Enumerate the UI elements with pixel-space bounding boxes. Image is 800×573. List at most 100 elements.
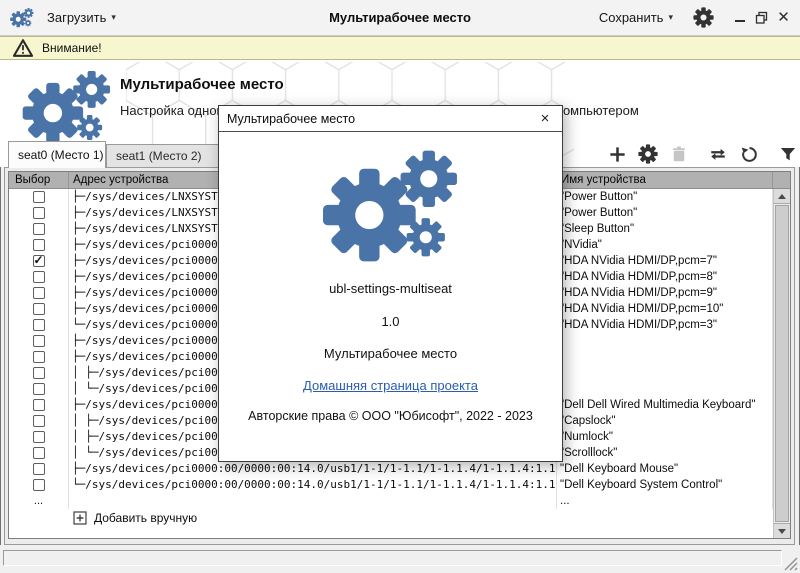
row-select-cell: [9, 285, 69, 301]
vertical-scrollbar[interactable]: [773, 189, 790, 538]
row-checkbox[interactable]: [33, 415, 45, 427]
row-checkbox[interactable]: [33, 303, 45, 315]
device-name-cell: "Numlock": [557, 429, 773, 445]
row-select-cell: [9, 445, 69, 461]
row-select-cell: [9, 477, 69, 493]
titlebar: Загрузить ▾ Мультирабочее место Сохранит…: [0, 0, 800, 36]
device-path-cell: [69, 493, 557, 509]
row-checkbox[interactable]: [33, 191, 45, 203]
device-name-cell: "Scrolllock": [557, 445, 773, 461]
row-checkbox[interactable]: [33, 479, 45, 491]
minimize-icon: [735, 20, 745, 22]
device-name-cell: "HDA NVidia HDMI/DP,pcm=10": [557, 301, 773, 317]
column-header-name[interactable]: Имя устройства: [557, 172, 773, 188]
device-name-cell: "HDA NVidia HDMI/DP,pcm=7": [557, 253, 773, 269]
app-window: Загрузить ▾ Мультирабочее место Сохранит…: [0, 0, 800, 573]
about-dialog: Мультирабочее место × ubl-settings-multi…: [218, 105, 563, 462]
add-device-button[interactable]: [604, 142, 630, 166]
device-toolbar: [604, 142, 800, 166]
tab-seat0[interactable]: seat0 (Место 1): [8, 141, 106, 168]
row-checkbox[interactable]: [33, 239, 45, 251]
row-checkbox[interactable]: [33, 447, 45, 459]
row-select-cell: [9, 253, 69, 269]
device-name-cell: "Power Button": [557, 189, 773, 205]
close-icon: ×: [541, 110, 550, 127]
add-manual-row[interactable]: Добавить вручную: [9, 509, 773, 527]
maximize-button[interactable]: [755, 11, 768, 24]
close-button[interactable]: ✕: [777, 11, 790, 24]
header-corner: [773, 172, 790, 188]
table-row[interactable]: ├─/sys/devices/pci0000:00/0000:00:14.0/u…: [9, 461, 773, 477]
app-gears-logo: [22, 68, 112, 145]
row-select-cell: [9, 189, 69, 205]
row-select-cell: [9, 461, 69, 477]
scrollbar-thumb[interactable]: [775, 205, 789, 522]
status-bar: [0, 545, 800, 573]
dialog-app-name: Мультирабочее место: [219, 346, 562, 361]
delete-device-button[interactable]: [666, 142, 692, 166]
chevron-down-icon: ▾: [668, 12, 673, 23]
row-checkbox[interactable]: [33, 319, 45, 331]
column-header-select[interactable]: Выбор: [9, 172, 69, 188]
save-menu-button[interactable]: Сохранить ▾: [593, 7, 679, 28]
dialog-close-button[interactable]: ×: [536, 110, 554, 127]
add-manual-label: Добавить вручную: [94, 511, 197, 525]
minimize-button[interactable]: [733, 11, 746, 24]
row-select-cell: [9, 333, 69, 349]
arrow-up-icon: [778, 194, 786, 199]
warning-banner: Внимание!: [0, 36, 800, 60]
device-name-cell: "NVidia": [557, 237, 773, 253]
row-checkbox[interactable]: [33, 207, 45, 219]
tab-seat1[interactable]: seat1 (Место 2): [106, 144, 233, 167]
tab-seat1-label: seat1 (Место 2): [116, 149, 202, 163]
warning-label: Внимание!: [42, 41, 102, 55]
row-checkbox[interactable]: [33, 335, 45, 347]
row-checkbox[interactable]: [33, 431, 45, 443]
settings-gear-button[interactable]: [691, 6, 715, 30]
device-name-cell: "Capslock": [557, 413, 773, 429]
tab-seat0-label: seat0 (Место 1): [18, 148, 104, 162]
device-path-cell: └─/sys/devices/pci0000:00/0000:00:14.0/u…: [69, 477, 557, 493]
reset-button[interactable]: [736, 142, 762, 166]
device-settings-button[interactable]: [635, 142, 661, 166]
table-row[interactable]: └─/sys/devices/pci0000:00/0000:00:14.0/u…: [9, 477, 773, 493]
row-select-cell: [9, 413, 69, 429]
row-select-cell: [9, 381, 69, 397]
row-select-cell: [9, 429, 69, 445]
row-checkbox[interactable]: [33, 271, 45, 283]
gear-icon: [638, 144, 658, 164]
dialog-app-id: ubl-settings-multiseat: [219, 281, 562, 296]
scroll-up-button[interactable]: [774, 189, 790, 204]
device-name-cell: "Dell Keyboard System Control": [557, 477, 773, 493]
row-checkbox[interactable]: [33, 223, 45, 235]
warning-triangle-icon: [13, 39, 33, 57]
row-checkbox[interactable]: [33, 287, 45, 299]
page-title: Мультирабочее место: [120, 76, 284, 93]
row-select-cell: [9, 317, 69, 333]
close-icon: ✕: [777, 12, 790, 24]
device-name-cell: [557, 381, 773, 397]
row-select-cell: [9, 237, 69, 253]
filter-button[interactable]: [775, 142, 800, 166]
row-select-cell: [9, 205, 69, 221]
resize-grip[interactable]: [784, 557, 798, 571]
table-row[interactable]: ... ...: [9, 493, 773, 509]
device-name-cell: "Dell Dell Wired Multimedia Keyboard": [557, 397, 773, 413]
plus-icon: [608, 145, 627, 164]
row-checkbox[interactable]: [33, 255, 45, 267]
chevron-down-icon: ▾: [111, 12, 116, 23]
dialog-titlebar: Мультирабочее место ×: [219, 106, 562, 132]
row-checkbox[interactable]: [33, 399, 45, 411]
scroll-down-button[interactable]: [774, 523, 790, 538]
device-name-cell: ...: [557, 493, 773, 509]
dialog-homepage-link[interactable]: Домашняя страница проекта: [219, 378, 562, 393]
restore-icon: [755, 11, 768, 24]
row-select-cell: [9, 365, 69, 381]
save-menu-label: Сохранить: [599, 10, 664, 25]
row-checkbox[interactable]: [33, 463, 45, 475]
row-checkbox[interactable]: [33, 383, 45, 395]
swap-seats-button[interactable]: [705, 142, 731, 166]
row-checkbox[interactable]: [33, 351, 45, 363]
row-checkbox[interactable]: [33, 367, 45, 379]
load-menu-button[interactable]: Загрузить ▾: [41, 7, 122, 28]
